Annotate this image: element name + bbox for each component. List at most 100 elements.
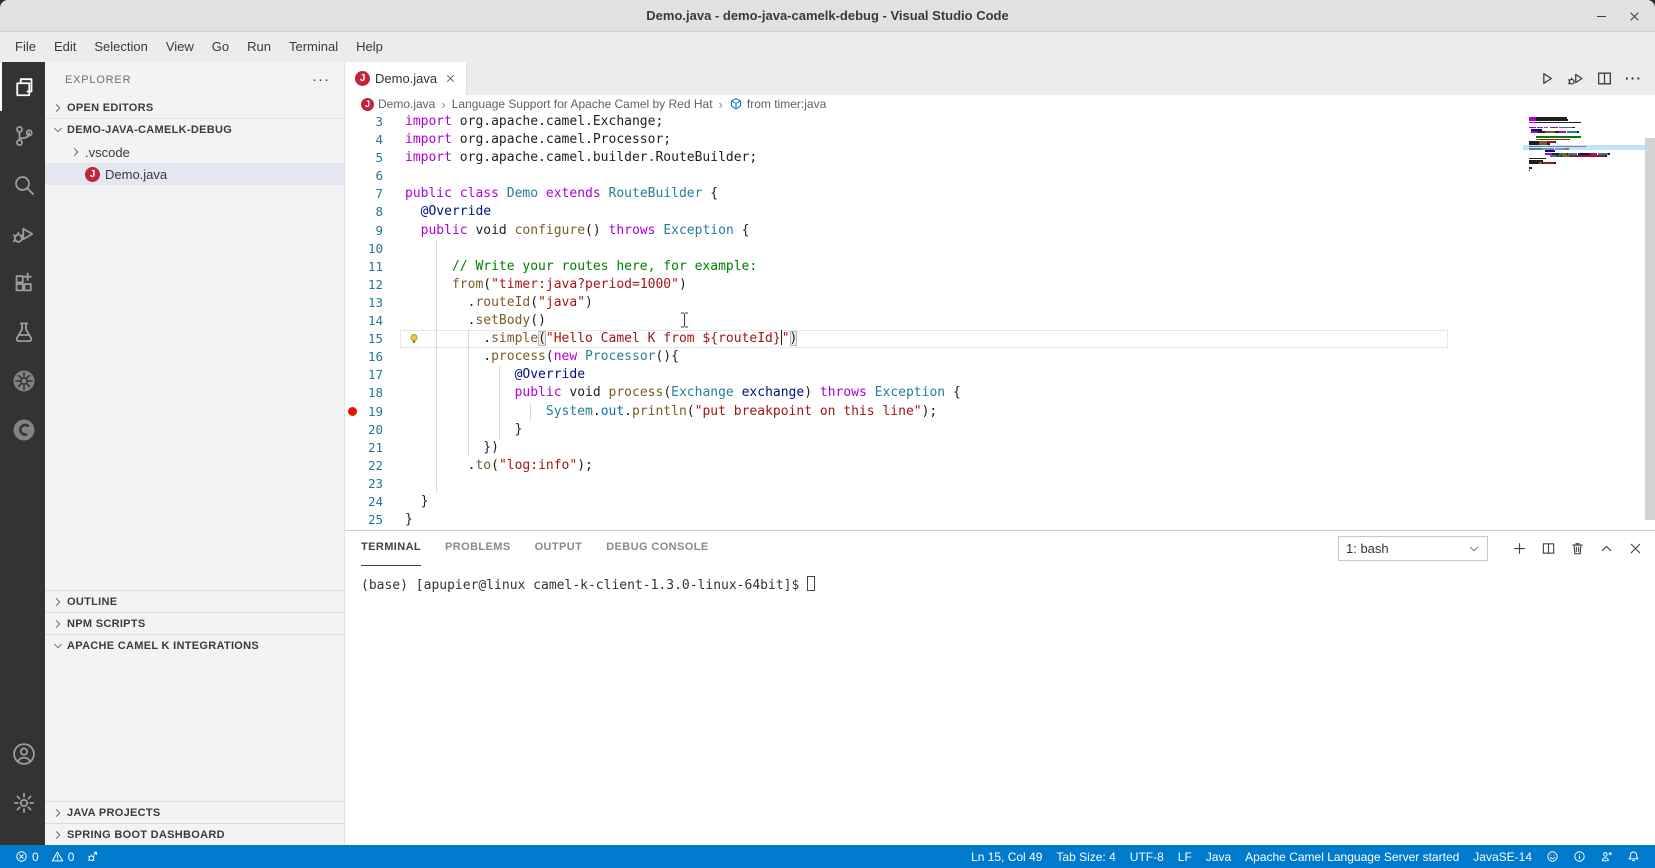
code-line-9[interactable]: 9 public void configure() throws Excepti… xyxy=(345,222,1655,240)
menu-edit[interactable]: Edit xyxy=(45,32,85,62)
activity-extensions[interactable] xyxy=(0,258,45,307)
activity-test[interactable] xyxy=(0,307,45,356)
sidebar-more-actions-button[interactable]: ··· xyxy=(312,71,330,88)
status-language-mode[interactable]: Java xyxy=(1201,845,1236,868)
status-eol[interactable]: LF xyxy=(1173,845,1197,868)
activity-camel-k[interactable] xyxy=(0,405,45,454)
panel-tab-debug-console[interactable]: DEBUG CONSOLE xyxy=(606,531,708,566)
tab-close-button[interactable] xyxy=(445,73,456,84)
activity-manage[interactable] xyxy=(0,778,45,827)
line-number: 21 xyxy=(367,439,383,455)
breadcrumb-item[interactable]: Language Support for Apache Camel by Red… xyxy=(452,97,713,111)
panel-tab-terminal[interactable]: TERMINAL xyxy=(361,531,422,566)
code-line-14[interactable]: 14 .setBody() xyxy=(345,312,1655,331)
section-java-projects[interactable]: JAVA PROJECTS xyxy=(45,801,344,823)
section-outline[interactable]: OUTLINE xyxy=(45,590,344,612)
split-editor-button[interactable] xyxy=(1593,67,1616,90)
code-line-23[interactable]: 23 xyxy=(345,474,1655,493)
code-line-13[interactable]: 13 .routeId("java") xyxy=(345,293,1655,313)
close-panel-button[interactable] xyxy=(1628,541,1643,556)
debug-run-button[interactable] xyxy=(1564,67,1587,90)
kill-terminal-button[interactable] xyxy=(1570,541,1585,556)
status-notifications[interactable] xyxy=(1622,845,1645,868)
status-feedback[interactable] xyxy=(1541,845,1564,868)
menu-help[interactable]: Help xyxy=(347,32,392,62)
panel-tab-output[interactable]: OUTPUT xyxy=(535,531,583,566)
activity-search[interactable] xyxy=(0,160,45,209)
line-number: 15 xyxy=(367,331,383,347)
panel-tab-problems[interactable]: PROBLEMS xyxy=(445,531,511,566)
new-terminal-button[interactable] xyxy=(1512,541,1527,556)
maximize-panel-button[interactable] xyxy=(1599,541,1614,556)
menu-selection[interactable]: Selection xyxy=(85,32,156,62)
activity-source-control[interactable] xyxy=(0,111,45,160)
activity-run-debug[interactable] xyxy=(0,209,45,258)
menu-go[interactable]: Go xyxy=(203,32,238,62)
code-line-3[interactable]: 3 import org.apache.camel.Exchange; xyxy=(345,113,1655,131)
code-line-24[interactable]: 24 } xyxy=(345,493,1655,511)
minimize-button[interactable] xyxy=(1595,10,1608,23)
status-debug-status[interactable] xyxy=(81,845,104,868)
menu-file[interactable]: File xyxy=(6,32,45,62)
code-line-19[interactable]: 19 System.out.println("put breakpoint on… xyxy=(345,402,1655,421)
java-file-icon: J xyxy=(355,71,370,86)
code-line-6[interactable]: 6 xyxy=(345,167,1655,185)
more-actions-button[interactable]: ··· xyxy=(1622,67,1645,91)
tree-item-vscode[interactable]: .vscode xyxy=(45,141,344,163)
code-editor[interactable]: 3 import org.apache.camel.Exchange; 4 impor… xyxy=(345,113,1655,530)
code-line-5[interactable]: 5 import org.apache.camel.builder.RouteBu… xyxy=(345,149,1655,167)
sidebar-title: EXPLORER xyxy=(65,73,132,86)
integration-icon xyxy=(12,418,36,442)
status-errors[interactable]: 0 xyxy=(10,845,44,868)
workspace-root-folder[interactable]: DEMO-JAVA-CAMELK-DEBUG xyxy=(45,119,344,141)
activity-explorer[interactable] xyxy=(0,62,45,111)
kubernetes-icon xyxy=(12,369,36,393)
code-line-15[interactable]: 15 .simple("Hello Camel K from ${routeId… xyxy=(345,330,1655,349)
editor-actions: ··· xyxy=(1535,62,1655,95)
terminal-shell-select[interactable]: 1: bash xyxy=(1338,536,1488,561)
code-line-7[interactable]: 7 public class Demo extends RouteBuilder … xyxy=(345,185,1655,203)
code-line-11[interactable]: 11 // Write your routes here, for exampl… xyxy=(345,257,1655,276)
editor-scrollbar[interactable] xyxy=(1645,138,1655,520)
tab-demo-java[interactable]: J Demo.java xyxy=(345,62,468,95)
menu-run[interactable]: Run xyxy=(238,32,280,62)
code-line-12[interactable]: 12 from("timer:java?period=1000") xyxy=(345,275,1655,294)
status-java-runtime[interactable]: JavaSE-14 xyxy=(1468,845,1537,868)
person-icon xyxy=(1600,850,1613,863)
code-line-22[interactable]: 22 .to("log:info"); xyxy=(345,456,1655,475)
activity-kubernetes[interactable] xyxy=(0,356,45,405)
open-editors-section[interactable]: OPEN EDITORS xyxy=(45,97,344,119)
code-line-20[interactable]: 20 } xyxy=(345,420,1655,439)
status-encoding[interactable]: UTF-8 xyxy=(1125,845,1169,868)
run-button[interactable] xyxy=(1535,67,1558,90)
status-cursor-position[interactable]: Ln 15, Col 49 xyxy=(966,845,1047,868)
status-java-share[interactable] xyxy=(1595,845,1618,868)
menu-terminal[interactable]: Terminal xyxy=(280,32,347,62)
status-camel-ls-status[interactable]: Apache Camel Language Server started xyxy=(1240,845,1464,868)
menu-view[interactable]: View xyxy=(157,32,203,62)
close-window-button[interactable] xyxy=(1628,10,1641,23)
status-info[interactable] xyxy=(1568,845,1591,868)
minimap[interactable] xyxy=(1523,113,1645,172)
breadcrumb-item[interactable]: J Demo.java xyxy=(361,97,435,111)
split-terminal-button[interactable] xyxy=(1541,541,1556,556)
terminal-content[interactable]: (base) [apupier@linux camel-k-client-1.3… xyxy=(345,566,1655,845)
activity-account[interactable] xyxy=(0,729,45,778)
code-line-4[interactable]: 4 import org.apache.camel.Processor; xyxy=(345,131,1655,149)
breadcrumb-item[interactable]: from timer:java xyxy=(729,97,826,111)
status-warnings[interactable]: 0 xyxy=(46,845,80,868)
code-line-8[interactable]: 8 @Override xyxy=(345,203,1655,221)
code-line-17[interactable]: 17 @Override xyxy=(345,366,1655,385)
code-line-21[interactable]: 21 }) xyxy=(345,438,1655,457)
section-npm-scripts[interactable]: NPM SCRIPTS xyxy=(45,612,344,634)
section-apache-camel-k-integrations[interactable]: APACHE CAMEL K INTEGRATIONS xyxy=(45,634,344,656)
code-line-18[interactable]: 18 public void process(Exchange exchange… xyxy=(345,384,1655,403)
status-indentation[interactable]: Tab Size: 4 xyxy=(1051,845,1120,868)
code-line-16[interactable]: 16 .process(new Processor(){ xyxy=(345,348,1655,367)
code-line-25[interactable]: 25} xyxy=(345,511,1655,529)
section-spring-boot-dashboard[interactable]: SPRING BOOT DASHBOARD xyxy=(45,823,344,845)
tree-item-demo-java[interactable]: J Demo.java xyxy=(45,163,344,185)
terminal-cursor xyxy=(807,576,816,591)
line-number: 16 xyxy=(367,349,383,365)
code-line-10[interactable]: 10 xyxy=(345,239,1655,258)
